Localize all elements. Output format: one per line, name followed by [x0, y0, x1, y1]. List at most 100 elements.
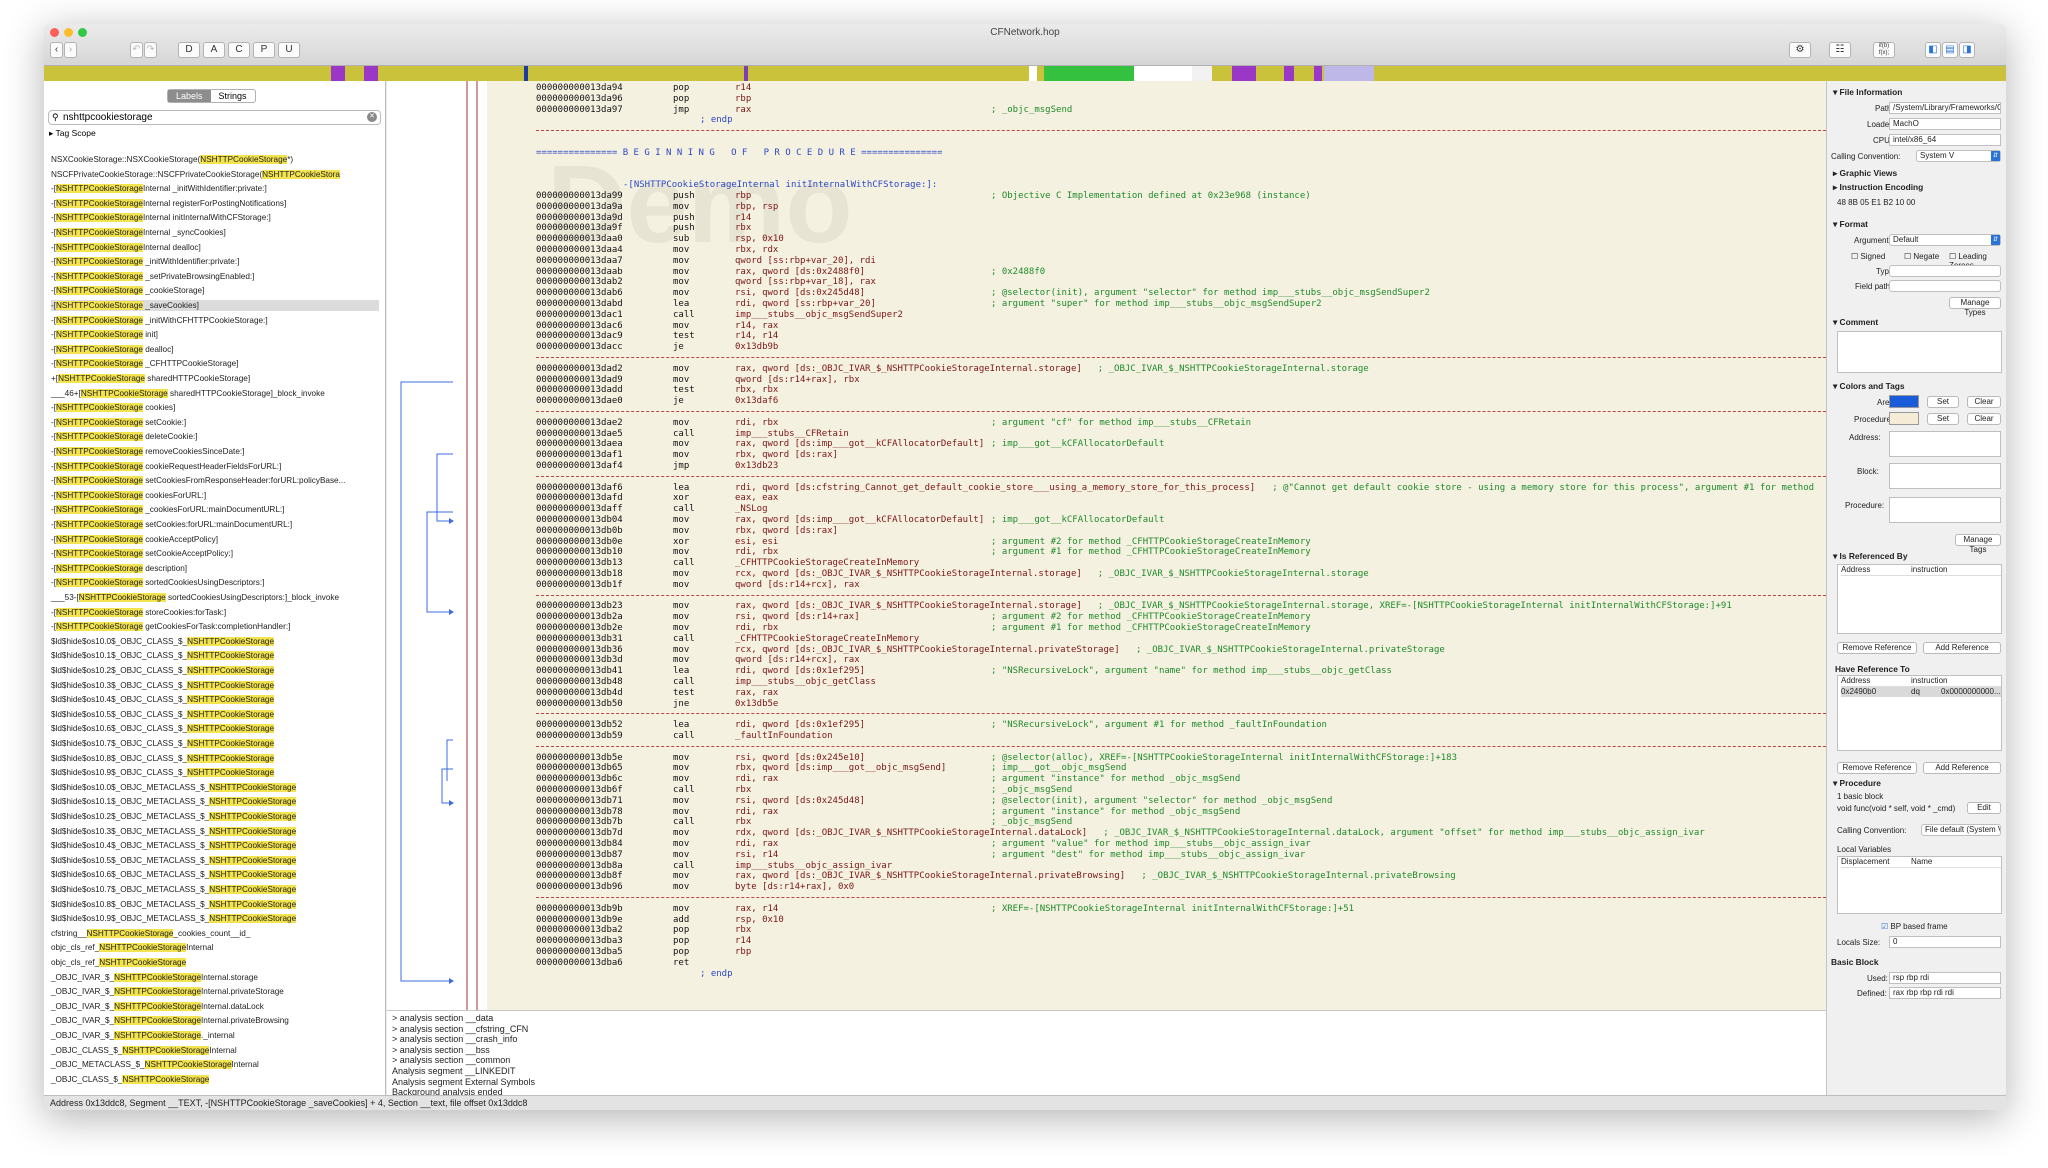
- code-line[interactable]: 000000000013daea mov rax, qword [ds:imp___…: [487, 439, 1826, 450]
- procedure-header[interactable]: ▾ Procedure: [1833, 778, 1881, 788]
- code-line[interactable]: 000000000013db48 call imp___stubs__objc_ge…: [487, 677, 1826, 688]
- code-line[interactable]: 000000000013daa0 sub rsp, 0x10: [487, 234, 1826, 245]
- loader-field[interactable]: MachO: [1889, 118, 2001, 130]
- code-line[interactable]: =============== B E G I N N I N G O F P …: [487, 148, 1826, 159]
- code-line[interactable]: 000000000013dba2 pop rbx: [487, 925, 1826, 936]
- label-item[interactable]: -[NSHTTPCookieStorageInternal dealloc]: [51, 242, 201, 253]
- label-item[interactable]: _OBJC_CLASS_$_NSHTTPCookieStorageInterna…: [51, 1045, 237, 1056]
- tag-scope-disclosure[interactable]: ▸ Tag Scope: [49, 128, 96, 139]
- code-line[interactable]: 000000000013db87 mov rsi, r14 ; argument "d…: [487, 850, 1826, 861]
- code-line[interactable]: 000000000013dad9 mov qword [ds:r14+rax], r…: [487, 375, 1826, 386]
- label-item[interactable]: -[NSHTTPCookieStorage _cookiesForURL:mai…: [51, 504, 284, 515]
- label-item[interactable]: _OBJC_METACLASS_$_NSHTTPCookieStorageInt…: [51, 1059, 259, 1070]
- comment-textarea[interactable]: [1837, 331, 2002, 373]
- code-line[interactable]: 000000000013daa4 mov rbx, rdx: [487, 245, 1826, 256]
- code-line[interactable]: 000000000013db9e add rsp, 0x10: [487, 915, 1826, 926]
- back-icon[interactable]: ‹: [50, 42, 63, 58]
- pseudo-code-button[interactable]: if(b) f(x);: [1873, 42, 1895, 58]
- code-line[interactable]: 000000000013db18 mov rcx, qword [ds:_OBJC_…: [487, 569, 1826, 580]
- label-item[interactable]: _OBJC_IVAR_$_NSHTTPCookieStorageInternal…: [51, 972, 258, 983]
- label-item[interactable]: -[NSHTTPCookieStorage _cookieStorage]: [51, 285, 204, 296]
- code-line[interactable]: ; endp: [487, 969, 1826, 980]
- colors-tags-header[interactable]: ▾ Colors and Tags: [1833, 381, 1905, 391]
- label-item[interactable]: -[NSHTTPCookieStorage _setPrivateBrowsin…: [51, 271, 254, 282]
- label-item[interactable]: objc_cls_ref_NSHTTPCookieStorageInternal: [51, 942, 213, 953]
- code-line[interactable]: 000000000013db84 mov rdi, rax ; argument "v…: [487, 839, 1826, 850]
- code-line[interactable]: 000000000013db36 mov rcx, qword [ds:_OBJC_…: [487, 645, 1826, 656]
- label-item[interactable]: $ld$hide$os10.4$_OBJC_METACLASS_$_NSHTTP…: [51, 840, 297, 851]
- code-line[interactable]: 000000000013dba6 ret: [487, 958, 1826, 969]
- bottom-panel-toggle-icon[interactable]: ▤: [1942, 42, 1958, 58]
- code-line[interactable]: -[NSHTTPCookieStorageInternal initIntern…: [487, 180, 1826, 191]
- label-item[interactable]: _OBJC_CLASS_$_NSHTTPCookieStorage: [51, 1074, 210, 1085]
- have-reference-table[interactable]: Address instruction 0x2490b0 dq 0x000000000…: [1837, 675, 2002, 751]
- code-line[interactable]: 000000000013db8f mov rax, qword [ds:_OBJC_…: [487, 871, 1826, 882]
- label-item[interactable]: $ld$hide$os10.6$_OBJC_CLASS_$_NSHTTPCook…: [51, 723, 275, 734]
- referenced-by-header[interactable]: ▾ Is Referenced By: [1833, 551, 1908, 561]
- label-item[interactable]: $ld$hide$os10.9$_OBJC_CLASS_$_NSHTTPCook…: [51, 767, 275, 778]
- address-tags-field[interactable]: [1889, 431, 2001, 457]
- label-item[interactable]: $ld$hide$os10.1$_OBJC_CLASS_$_NSHTTPCook…: [51, 650, 275, 661]
- code-line[interactable]: 000000000013da99 push rbp ; Objective C Imp…: [487, 191, 1826, 202]
- code-line[interactable]: 000000000013dadd test rbx, rbx: [487, 385, 1826, 396]
- segment-navigation-bar[interactable]: [44, 66, 2006, 81]
- code-line[interactable]: 000000000013db78 mov rdi, rax ; argument "i…: [487, 807, 1826, 818]
- label-item[interactable]: $ld$hide$os10.3$_OBJC_CLASS_$_NSHTTPCook…: [51, 680, 275, 691]
- code-line[interactable]: 000000000013daf4 jmp 0x13db23: [487, 461, 1826, 472]
- cpu-field[interactable]: intel/x86_64: [1889, 134, 2001, 146]
- mode-button-c[interactable]: C: [228, 42, 250, 58]
- label-item[interactable]: -[NSHTTPCookieStorage sortedCookiesUsing…: [51, 577, 264, 588]
- manage-tags-button[interactable]: Manage Tags: [1955, 534, 2001, 554]
- label-item[interactable]: NSCFPrivateCookieStorage::NSCFPrivateCoo…: [51, 169, 340, 180]
- code-line[interactable]: 000000000013dae2 mov rdi, rbx ; argument "c…: [487, 418, 1826, 429]
- procedure-set-button[interactable]: Set: [1927, 413, 1959, 425]
- label-item[interactable]: -[NSHTTPCookieStorage cookieAcceptPolicy…: [51, 534, 218, 545]
- tab-strings[interactable]: Strings: [211, 90, 255, 102]
- label-item[interactable]: NSXCookieStorage::NSXCookieStorage(NSHTT…: [51, 154, 293, 165]
- code-line[interactable]: 000000000013dae0 je 0x13daf6: [487, 396, 1826, 407]
- label-item[interactable]: -[NSHTTPCookieStorage storeCookies:forTa…: [51, 607, 226, 618]
- code-line[interactable]: 000000000013dba3 pop r14: [487, 936, 1826, 947]
- tab-labels[interactable]: Labels: [168, 90, 211, 102]
- code-line[interactable]: 000000000013db52 lea rdi, qword [ds:0x1ef2…: [487, 720, 1826, 731]
- right-panel-toggle-icon[interactable]: ◨: [1959, 42, 1975, 58]
- code-line[interactable]: [487, 169, 1826, 180]
- signed-checkbox[interactable]: ☐ Signed: [1851, 252, 1885, 261]
- code-line[interactable]: 000000000013dac1 call imp___stubs__objc_ms…: [487, 310, 1826, 321]
- disassembly-view[interactable]: Demo 000000000013da94 pop r14 000000000013d…: [487, 81, 1826, 1010]
- code-line[interactable]: 000000000013db71 mov rsi, qword [ds:0x245d…: [487, 796, 1826, 807]
- label-item[interactable]: -[NSHTTPCookieStorage setCookies:forURL:…: [51, 519, 292, 530]
- mode-button-d[interactable]: D: [178, 42, 200, 58]
- remove-reference-button[interactable]: Remove Reference: [1837, 642, 1917, 654]
- label-item[interactable]: cfstring__NSHTTPCookieStorage_cookies_co…: [51, 928, 250, 939]
- code-line[interactable]: 000000000013dafd xor eax, eax: [487, 493, 1826, 504]
- label-item[interactable]: $ld$hide$os10.7$_OBJC_CLASS_$_NSHTTPCook…: [51, 738, 275, 749]
- code-line[interactable]: 000000000013db8a call imp___stubs__objc_as…: [487, 861, 1826, 872]
- code-line[interactable]: 000000000013db10 mov rdi, rbx ; argument #1…: [487, 547, 1826, 558]
- calling-convention-select[interactable]: System V ⇵: [1916, 150, 2001, 162]
- search-input[interactable]: ⚲ nshttpcookiestorage ✕: [48, 110, 381, 125]
- label-item[interactable]: -[NSHTTPCookieStorage description]: [51, 563, 187, 574]
- code-line[interactable]: 000000000013da9d push r14: [487, 213, 1826, 224]
- code-line[interactable]: 000000000013db59 call _faultInFoundation: [487, 731, 1826, 742]
- label-item[interactable]: $ld$hide$os10.2$_OBJC_METACLASS_$_NSHTTP…: [51, 811, 297, 822]
- locals-size-field[interactable]: 0: [1889, 936, 2001, 948]
- code-line[interactable]: 000000000013da96 pop rbp: [487, 94, 1826, 105]
- code-line[interactable]: 000000000013db7d mov rdx, qword [ds:_OBJC_…: [487, 828, 1826, 839]
- label-item[interactable]: -[NSHTTPCookieStorage getCookiesForTask:…: [51, 621, 290, 632]
- label-item[interactable]: -[NSHTTPCookieStorage cookieRequestHeade…: [51, 461, 281, 472]
- label-item[interactable]: -[NSHTTPCookieStorage _initWithIdentifie…: [51, 256, 239, 267]
- area-set-button[interactable]: Set: [1927, 396, 1959, 408]
- local-variables-table[interactable]: Displacement Name: [1837, 856, 2002, 914]
- procedure-clear-button[interactable]: Clear: [1967, 413, 2001, 425]
- code-line[interactable]: 000000000013da97 jmp rax ; _objc_msgSend: [487, 105, 1826, 116]
- code-line[interactable]: 000000000013da9a mov rbp, rsp: [487, 202, 1826, 213]
- area-clear-button[interactable]: Clear: [1967, 396, 2001, 408]
- add-reference-button-2[interactable]: Add Reference: [1923, 762, 2001, 774]
- code-line[interactable]: 000000000013daf1 mov rbx, qword [ds:rax]: [487, 450, 1826, 461]
- argument-format-select[interactable]: Default ⇵: [1889, 234, 2001, 246]
- label-item[interactable]: objc_cls_ref_NSHTTPCookieStorage: [51, 957, 187, 968]
- label-item[interactable]: -[NSHTTPCookieStorage setCookiesFromResp…: [51, 475, 345, 486]
- code-line[interactable]: 000000000013db96 mov byte [ds:r14+rax], 0x…: [487, 882, 1826, 893]
- code-line[interactable]: 000000000013db7b call rbx ; _objc_msgSend: [487, 817, 1826, 828]
